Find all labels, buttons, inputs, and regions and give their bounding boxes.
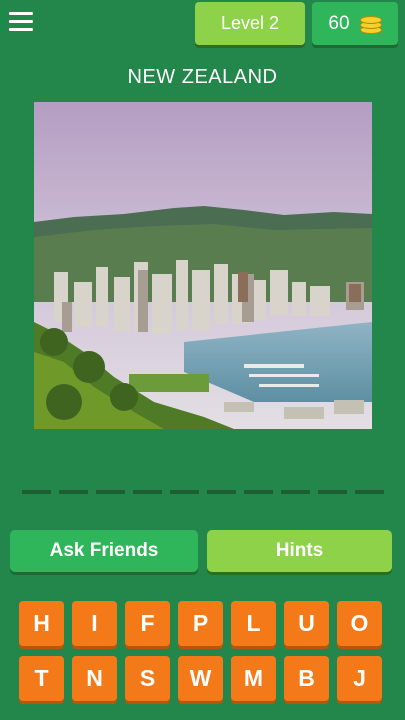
level-indicator: Level 2 <box>195 2 305 45</box>
letter-key[interactable]: F <box>125 601 170 646</box>
answer-slot[interactable] <box>22 490 51 494</box>
letter-key[interactable]: P <box>178 601 223 646</box>
letter-keyboard: H I F P L U O T N S W M B J <box>19 601 389 711</box>
keyboard-row-1: H I F P L U O <box>19 601 389 646</box>
ask-friends-button[interactable]: Ask Friends <box>10 530 198 572</box>
answer-slot[interactable] <box>355 490 384 494</box>
letter-key[interactable]: J <box>337 656 382 701</box>
coin-counter[interactable]: 60 <box>312 2 398 45</box>
answer-slot[interactable] <box>244 490 273 494</box>
letter-key[interactable]: L <box>231 601 276 646</box>
ask-friends-label: Ask Friends <box>49 540 159 561</box>
coins-icon <box>359 14 382 34</box>
answer-slot[interactable] <box>59 490 88 494</box>
answer-slot[interactable] <box>281 490 310 494</box>
letter-key[interactable]: N <box>72 656 117 701</box>
letter-key[interactable]: U <box>284 601 329 646</box>
letter-key[interactable]: O <box>337 601 382 646</box>
keyboard-row-2: T N S W M B J <box>19 656 389 701</box>
letter-key[interactable]: I <box>72 601 117 646</box>
hints-button[interactable]: Hints <box>207 530 392 572</box>
answer-slot[interactable] <box>170 490 199 494</box>
answer-slot[interactable] <box>96 490 125 494</box>
letter-key[interactable]: S <box>125 656 170 701</box>
menu-icon[interactable] <box>9 12 33 32</box>
letter-key[interactable]: H <box>19 601 64 646</box>
puzzle-photo <box>34 102 372 429</box>
answer-slot[interactable] <box>207 490 236 494</box>
level-label: Level 2 <box>220 13 280 33</box>
letter-key[interactable]: B <box>284 656 329 701</box>
coin-count: 60 <box>328 12 350 34</box>
answer-slots <box>22 490 384 494</box>
answer-slot[interactable] <box>318 490 347 494</box>
letter-key[interactable]: M <box>231 656 276 701</box>
puzzle-title: NEW ZEALAND <box>127 66 278 88</box>
letter-key[interactable]: W <box>178 656 223 701</box>
hints-label: Hints <box>275 540 324 561</box>
answer-slot[interactable] <box>133 490 162 494</box>
letter-key[interactable]: T <box>19 656 64 701</box>
